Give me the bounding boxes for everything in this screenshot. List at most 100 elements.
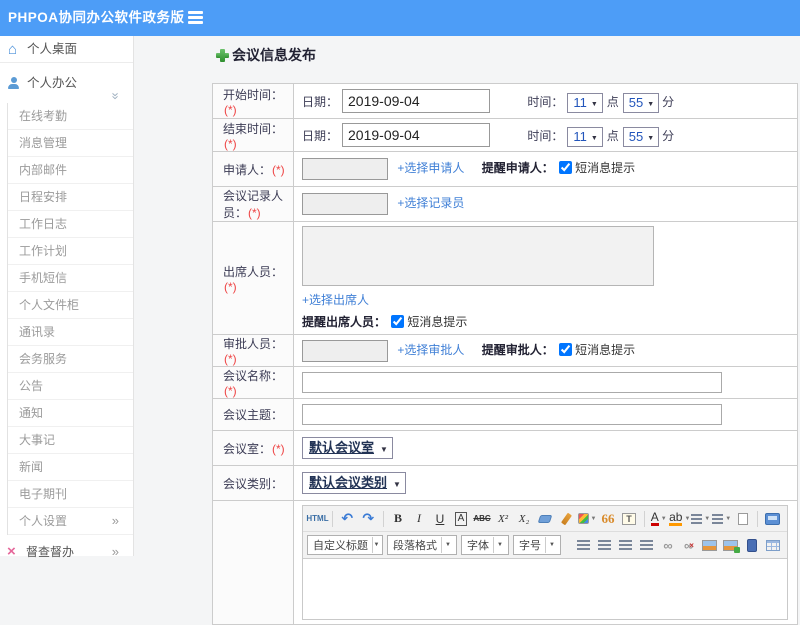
font-size-select[interactable]: 字号 [513, 535, 561, 555]
approver-sms-checkbox[interactable] [559, 343, 572, 356]
sidebar-item-schedule[interactable]: 日程安排 [8, 184, 133, 211]
sidebar-item-memorabilia[interactable]: 大事记 [8, 427, 133, 454]
sidebar-item-e-journal[interactable]: 电子期刊 [8, 481, 133, 508]
unlink-icon[interactable]: ∞× [679, 535, 698, 555]
choose-approver-link[interactable]: +选择审批人 [397, 343, 464, 357]
subscript-icon[interactable]: X₂ [515, 509, 534, 529]
upload-image-icon[interactable] [721, 535, 740, 555]
blockquote-icon[interactable]: 66 [599, 509, 618, 529]
form-row-approver: 审批人员：(*) +选择审批人 提醒审批人： 短消息提示 [213, 335, 798, 367]
field-label: 会议名称： [223, 369, 283, 383]
meeting-topic-input[interactable] [302, 404, 722, 425]
choose-recorder-link[interactable]: +选择记录员 [397, 196, 464, 210]
sidebar-item-personal-office[interactable]: 个人办公 [0, 63, 133, 103]
sidebar-item-message-management[interactable]: 消息管理 [8, 130, 133, 157]
insert-image-icon[interactable] [700, 535, 719, 555]
sidebar-item-work-plan[interactable]: 工作计划 [8, 238, 133, 265]
color-palette-icon[interactable] [578, 509, 597, 529]
paragraph-format-select[interactable]: 段落格式 [387, 535, 457, 555]
undo-icon[interactable]: ↶ [338, 509, 357, 529]
new-page-icon[interactable] [733, 509, 752, 529]
supervise-icon: × [7, 542, 16, 562]
bold-icon[interactable]: B [389, 509, 408, 529]
start-minute-select[interactable]: 55 [623, 93, 659, 113]
minute-unit: 分 [662, 95, 674, 109]
sidebar-item-file-cabinet[interactable]: 个人文件柜 [8, 292, 133, 319]
fullscreen-icon[interactable] [763, 509, 782, 529]
format-brush-icon[interactable] [557, 509, 576, 529]
sidebar: ⌂ 个人桌面 个人办公 在线考勤 消息管理 内部邮件 日程安排 工作日志 工作计… [0, 36, 134, 556]
start-date-input[interactable] [342, 89, 490, 113]
meeting-category-select[interactable]: 默认会议类别 [302, 472, 406, 494]
html-source-button[interactable]: HTML [308, 509, 327, 529]
end-date-input[interactable] [342, 123, 490, 147]
sidebar-item-notice[interactable]: 通知 [8, 400, 133, 427]
hour-unit: 点 [607, 95, 619, 109]
editor-content-area[interactable] [303, 559, 787, 619]
font-color-icon[interactable]: A [649, 509, 668, 529]
choose-applicant-link[interactable]: +选择申请人 [397, 161, 464, 175]
sidebar-item-online-attendance[interactable]: 在线考勤 [8, 103, 133, 130]
sidebar-item-sms[interactable]: 手机短信 [8, 265, 133, 292]
underline-icon[interactable]: U [431, 509, 450, 529]
end-hour-select[interactable]: 11 [567, 127, 603, 147]
main-content: 会议信息发布 开始时间：(*) 日期： 时间：11 点55 分 结束时间：(*)… [135, 36, 800, 556]
meeting-room-select[interactable]: 默认会议室 [302, 437, 393, 459]
font-color-glyph: A [651, 510, 659, 524]
unlink-x-glyph: × [689, 541, 693, 550]
choose-attendees-link[interactable]: +选择出席人 [302, 293, 369, 307]
chevron-down-icon [372, 537, 380, 553]
highlight-color-icon[interactable]: ab [670, 509, 689, 529]
sidebar-item-meeting-service[interactable]: 会务服务 [8, 346, 133, 373]
link-icon[interactable]: ∞ [658, 535, 677, 555]
remind-attendees-label: 提醒出席人员： [302, 315, 386, 329]
heading-select[interactable]: 自定义标题 [307, 535, 383, 555]
superscript-icon[interactable]: X² [494, 509, 513, 529]
paste-from-word-icon[interactable]: T [620, 509, 639, 529]
sidebar-item-announcement[interactable]: 公告 [8, 373, 133, 400]
meeting-name-input[interactable] [302, 372, 722, 393]
font-border-icon[interactable]: A [455, 512, 468, 526]
sms-label: 短消息提示 [575, 161, 635, 175]
menu-icon[interactable] [188, 11, 204, 25]
sidebar-item-contacts[interactable]: 通讯录 [8, 319, 133, 346]
form-row-end-time: 结束时间：(*) 日期： 时间：11 点55 分 [213, 119, 798, 152]
chevron-right-icon [112, 508, 119, 534]
font-family-select[interactable]: 字体 [461, 535, 509, 555]
italic-icon[interactable]: I [410, 509, 429, 529]
required-mark: (*) [248, 206, 261, 220]
applicant-input[interactable] [302, 158, 388, 180]
sidebar-item-work-log[interactable]: 工作日志 [8, 211, 133, 238]
applicant-sms-checkbox[interactable] [559, 161, 572, 174]
insert-media-icon[interactable] [742, 535, 761, 555]
align-right-icon[interactable] [616, 535, 635, 555]
align-left-icon[interactable] [574, 535, 593, 555]
ordered-list-icon[interactable] [691, 509, 710, 529]
eraser-icon[interactable] [536, 509, 555, 529]
insert-table-icon[interactable] [763, 535, 782, 555]
form-row-applicant: 申请人：(*) +选择申请人 提醒申请人： 短消息提示 [213, 152, 798, 187]
attendees-sms-checkbox[interactable] [391, 315, 404, 328]
start-hour-select[interactable]: 11 [567, 93, 603, 113]
align-center-icon[interactable] [595, 535, 614, 555]
highlight-glyph: ab [669, 510, 682, 524]
align-justify-icon[interactable] [637, 535, 656, 555]
recorder-input[interactable] [302, 193, 388, 215]
font-size-value: 字号 [519, 537, 541, 553]
font-family-value: 字体 [467, 537, 489, 553]
sidebar-item-desktop[interactable]: ⌂ 个人桌面 [0, 36, 133, 63]
sidebar-item-news[interactable]: 新闻 [8, 454, 133, 481]
sidebar-item-supervision[interactable]: × 督查督办 [0, 542, 133, 562]
required-mark: (*) [224, 384, 237, 398]
approver-input[interactable] [302, 340, 388, 362]
field-label: 会议类别： [223, 477, 283, 491]
sidebar-item-internal-mail[interactable]: 内部邮件 [8, 157, 133, 184]
end-minute-select[interactable]: 55 [623, 127, 659, 147]
hour-unit: 点 [607, 129, 619, 143]
attendees-textarea[interactable] [302, 226, 654, 286]
strikethrough-icon[interactable]: ABC [473, 509, 492, 529]
redo-icon[interactable]: ↷ [359, 509, 378, 529]
sidebar-item-personal-settings[interactable]: 个人设置 [8, 508, 133, 535]
unordered-list-icon[interactable] [712, 509, 731, 529]
minute-value: 55 [629, 95, 643, 110]
